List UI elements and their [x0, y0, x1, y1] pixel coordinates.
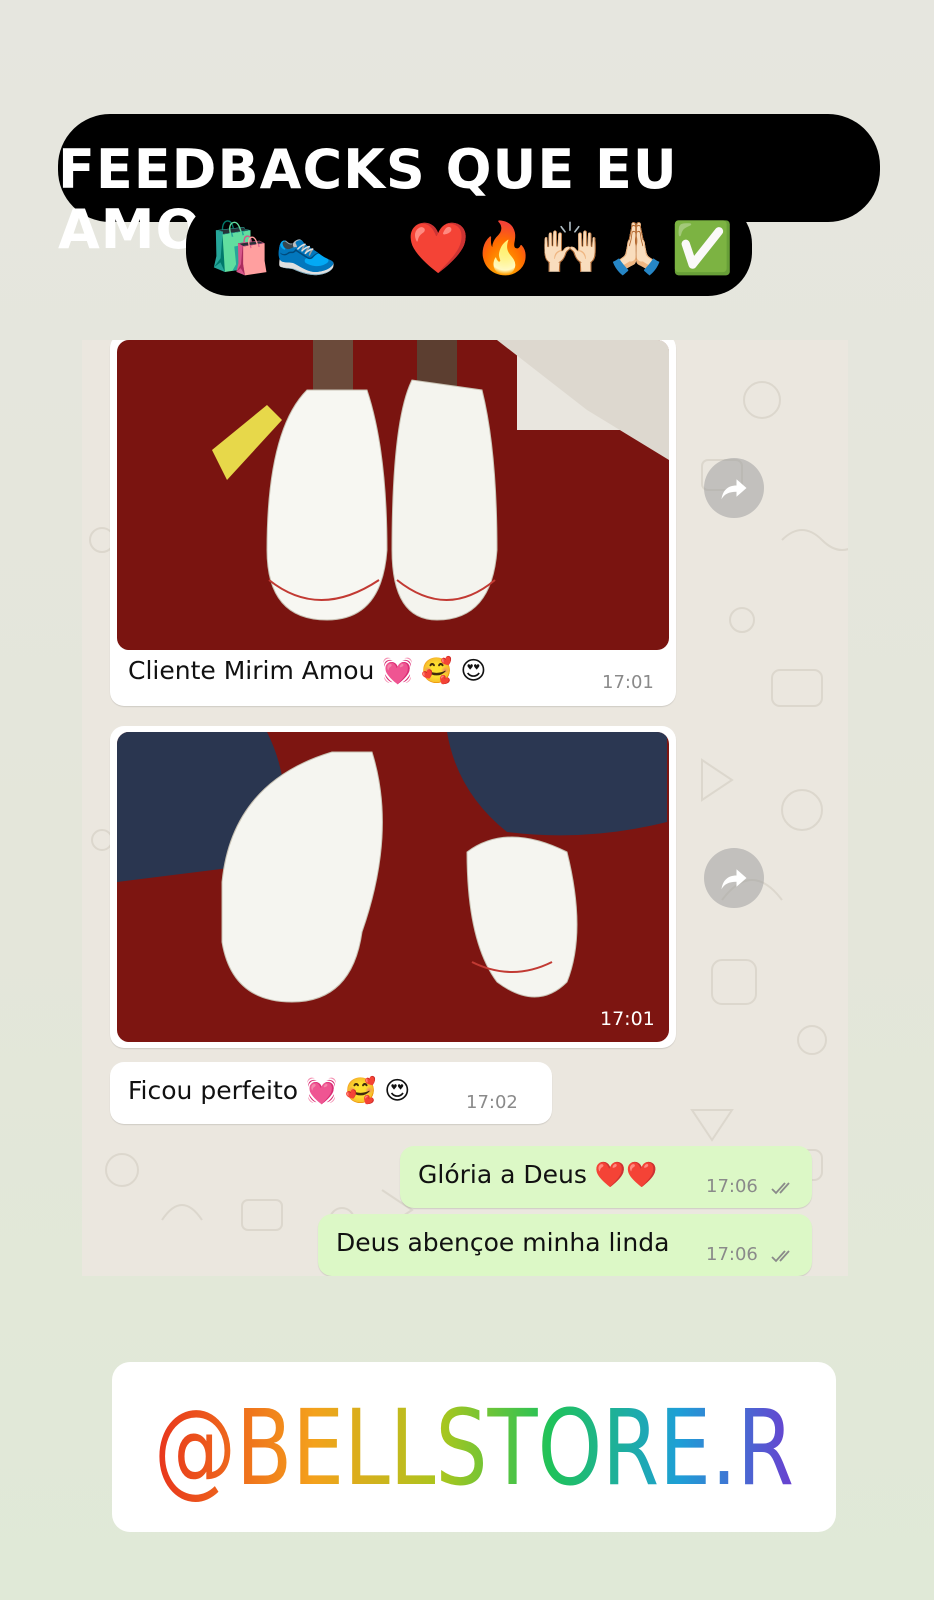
mention-handle: @BELLSTORE.R — [154, 1392, 794, 1502]
forward-button-2[interactable] — [704, 848, 764, 908]
red-heart-emoji: ❤️ — [407, 219, 470, 277]
message-time: 17:06 — [706, 1244, 758, 1265]
image-caption-1: Cliente Mirim Amou 💓 🥰 😍 — [128, 656, 487, 685]
image-message-1[interactable]: Cliente Mirim Amou 💓 🥰 😍 17:01 — [110, 340, 676, 706]
header-emoji-sticker: 🛍️ 👟 😍 ❤️ 🔥 🙌🏻 🙏🏻 ✅ — [186, 200, 752, 296]
forward-icon — [721, 479, 747, 500]
incoming-message-bubble[interactable]: Ficou perfeito 💓 🥰 😍 17:02 — [110, 1062, 552, 1124]
image-time-2: 17:01 — [600, 1008, 655, 1030]
check-mark-emoji: ✅ — [671, 219, 734, 277]
mention-sticker[interactable]: @BELLSTORE.R — [112, 1362, 836, 1532]
heart-eyes-emoji: 😍 — [343, 219, 397, 277]
fire-emoji: 🔥 — [473, 219, 536, 277]
outgoing-message-bubble[interactable]: Glória a Deus ❤️❤️ 17:06 — [400, 1146, 812, 1208]
message-text: Glória a Deus ❤️❤️ — [418, 1160, 658, 1189]
message-time: 17:06 — [706, 1176, 758, 1197]
message-text: Deus abençoe minha linda — [336, 1228, 670, 1257]
forward-button-1[interactable] — [704, 458, 764, 518]
customer-photo-2[interactable] — [117, 732, 669, 1042]
read-receipt-icon — [771, 1250, 790, 1263]
customer-photo-1[interactable] — [117, 340, 669, 650]
raising-hands-emoji: 🙌🏻 — [539, 219, 602, 277]
chat-screenshot: Cliente Mirim Amou 💓 🥰 😍 17:01 17:01 Fic… — [82, 340, 848, 1276]
read-receipt-icon — [771, 1182, 790, 1195]
image-message-2[interactable]: 17:01 — [110, 726, 676, 1048]
forward-icon — [721, 869, 747, 890]
sneaker-emoji: 👟 — [275, 219, 338, 277]
outgoing-message-bubble[interactable]: Deus abençoe minha linda 17:06 — [318, 1214, 812, 1276]
message-text: Ficou perfeito 💓 🥰 😍 — [128, 1076, 411, 1105]
image-time-1: 17:01 — [602, 672, 654, 693]
shopping-bags-emoji: 🛍️ — [209, 219, 272, 277]
message-time: 17:02 — [466, 1092, 518, 1113]
folded-hands-emoji: 🙏🏻 — [605, 219, 668, 277]
